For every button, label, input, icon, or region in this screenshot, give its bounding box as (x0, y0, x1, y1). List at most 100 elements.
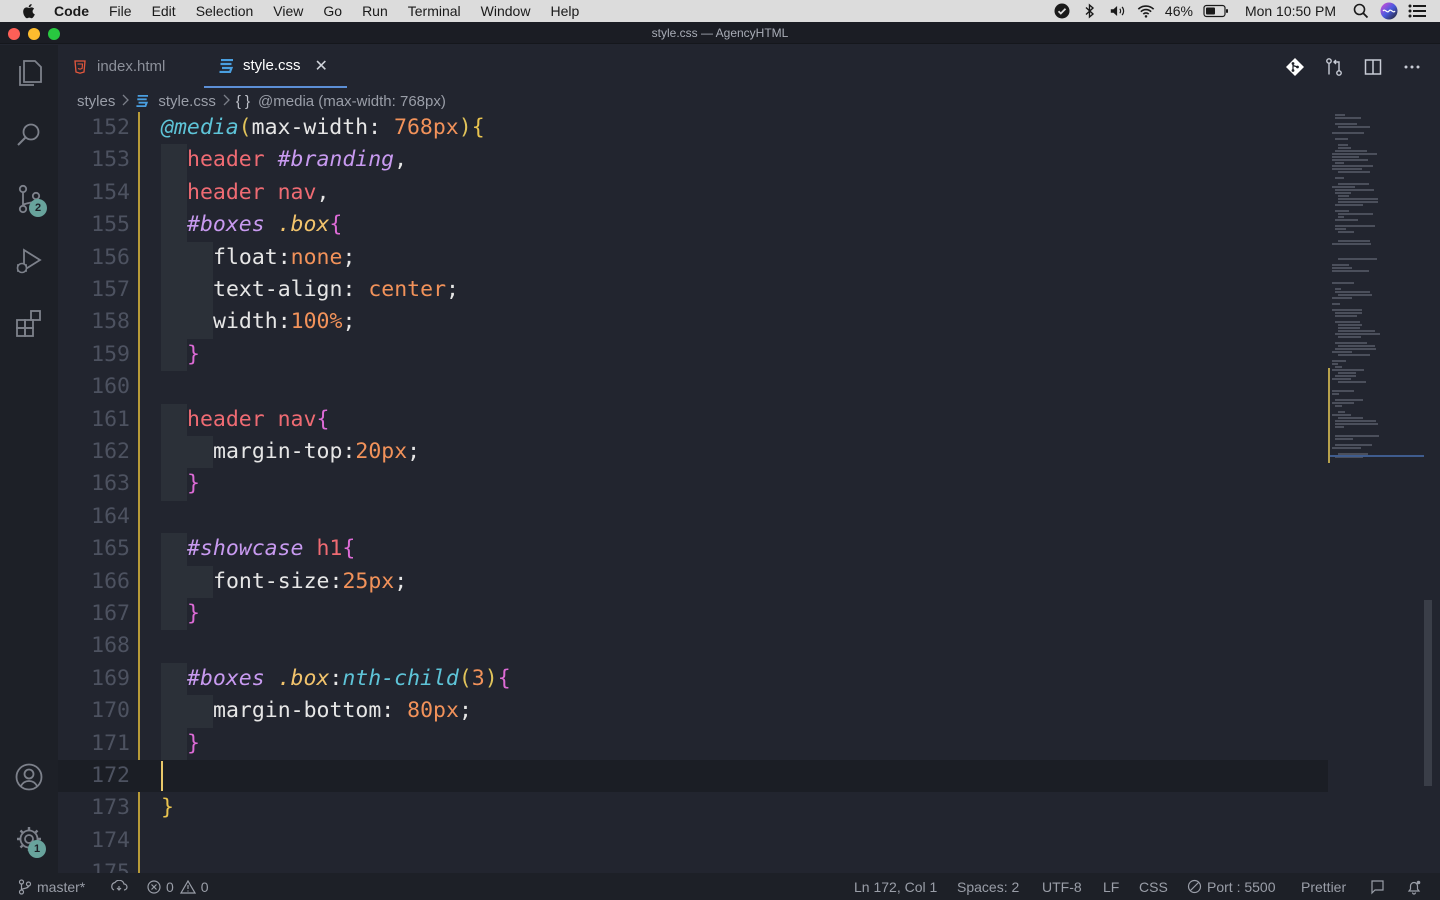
code-line[interactable]: 157 text-align: center; (58, 274, 1328, 306)
breadcrumb-file[interactable]: style.css (158, 93, 216, 110)
breadcrumb-symbol[interactable]: @media (max-width: 768px) (258, 93, 446, 110)
sync-icon[interactable] (110, 873, 133, 900)
menu-clock[interactable]: Mon 10:50 PM (1245, 3, 1336, 19)
code-line[interactable]: 155 #boxes .box{ (58, 209, 1328, 241)
chevron-right-icon (222, 93, 230, 110)
line-number: 167 (91, 601, 130, 626)
volume-icon[interactable] (1109, 3, 1127, 19)
wifi-icon[interactable] (1137, 3, 1155, 19)
code-line[interactable]: 152 @media(max-width: 768px){ (58, 112, 1328, 144)
code-token: center (368, 277, 447, 302)
menu-selection[interactable]: Selection (196, 3, 254, 19)
extensions-icon[interactable] (13, 307, 45, 339)
tab-index-html[interactable]: index.html (72, 45, 202, 88)
code-line[interactable]: 163} (58, 468, 1328, 500)
minimap-line (1335, 426, 1344, 428)
line-number: 163 (91, 471, 130, 497)
apple-icon[interactable] (21, 3, 35, 19)
more-actions-icon[interactable] (1402, 57, 1422, 77)
notifications-bell-icon[interactable] (1406, 873, 1427, 900)
file-encoding[interactable]: UTF-8 (1042, 873, 1082, 900)
code-line[interactable]: 169 #boxes .box:nth-child(3){ (58, 663, 1328, 695)
menu-file[interactable]: File (109, 3, 132, 19)
language-mode[interactable]: CSS (1139, 873, 1168, 900)
menu-edit[interactable]: Edit (152, 3, 176, 19)
code-editor[interactable]: 152 @media(max-width: 768px){153 header #b… (58, 112, 1440, 873)
menu-view[interactable]: View (273, 3, 303, 19)
settings-gear-icon[interactable]: 1 (13, 823, 46, 858)
code-line[interactable]: 173} (58, 792, 1328, 824)
minimap-line (1335, 375, 1356, 377)
menu-window[interactable]: Window (481, 3, 531, 19)
minimap[interactable] (1328, 112, 1426, 472)
menu-terminal[interactable]: Terminal (408, 3, 461, 19)
code-token: #boxes (187, 665, 278, 691)
source-control-icon[interactable]: 2 (13, 183, 47, 217)
battery-icon[interactable] (1203, 3, 1229, 19)
run-debug-icon[interactable] (13, 245, 45, 277)
indentation[interactable]: Spaces: 2 (957, 873, 1019, 900)
code-line[interactable]: 171} (58, 728, 1328, 760)
prettier-formatter[interactable]: Prettier (1301, 873, 1346, 900)
explorer-files-icon[interactable] (13, 57, 45, 89)
spotlight-search-icon[interactable] (1352, 3, 1370, 19)
menu-app-name[interactable]: Code (54, 3, 89, 19)
code-token: #showcase (187, 536, 317, 562)
open-changes-icon[interactable] (1324, 57, 1344, 77)
breadcrumb-folder[interactable]: styles (77, 93, 115, 110)
minimap-line (1335, 348, 1376, 350)
code-line[interactable]: 168 (58, 630, 1328, 662)
code-line[interactable]: 162 margin-top:20px; (58, 436, 1328, 468)
warning-count: 0 (200, 878, 209, 895)
minimap-line (1338, 354, 1370, 356)
code-line[interactable]: 161 header nav{ (58, 404, 1328, 436)
vertical-scrollbar[interactable] (1424, 600, 1432, 786)
split-editor-icon[interactable] (1363, 57, 1383, 77)
cursor-position[interactable]: Ln 172, Col 1 (854, 873, 937, 900)
control-center-list-icon[interactable] (1408, 3, 1426, 19)
feedback-icon[interactable] (1370, 873, 1391, 900)
minimap-line (1338, 324, 1362, 326)
siri-icon[interactable] (1380, 2, 1398, 20)
tab-style-css[interactable]: style.css ✕ (204, 45, 347, 88)
text-cursor (161, 761, 163, 791)
port-label: Port : 5500 (1207, 878, 1276, 895)
code-line[interactable]: 174 (58, 825, 1328, 857)
line-number: 168 (91, 633, 130, 659)
git-lens-icon[interactable] (1285, 57, 1305, 77)
code-line[interactable]: 166 font-size:25px; (58, 566, 1328, 598)
bluetooth-icon[interactable] (1081, 3, 1099, 19)
code-line[interactable]: 175 (58, 857, 1328, 873)
line-ending[interactable]: LF (1103, 873, 1119, 900)
code-line[interactable]: 164 (58, 501, 1328, 533)
branch-indicator[interactable]: master* (18, 873, 85, 900)
menu-go[interactable]: Go (323, 3, 342, 19)
code-token: .box (277, 665, 330, 691)
menu-run[interactable]: Run (362, 3, 388, 19)
problems-indicator[interactable]: 0 0 (147, 873, 209, 900)
live-server-port[interactable]: Port : 5500 (1187, 873, 1276, 900)
checkmark-circle-icon[interactable] (1053, 3, 1071, 19)
minimap-line (1332, 156, 1359, 158)
close-tab-icon[interactable]: ✕ (315, 56, 328, 76)
code-line[interactable]: 165 #showcase h1{ (58, 533, 1328, 565)
code-line[interactable]: 160 (58, 371, 1328, 403)
code-line[interactable]: 170 margin-bottom: 80px; (58, 695, 1328, 727)
code-line[interactable]: 153 header #branding, (58, 144, 1328, 176)
accounts-icon[interactable] (13, 761, 45, 793)
code-line[interactable]: 154 header nav, (58, 177, 1328, 209)
code-line[interactable]: 156 float:none; (58, 242, 1328, 274)
code-line[interactable]: 159} (58, 339, 1328, 371)
code-line[interactable]: 167} (58, 598, 1328, 630)
code-text: font-size:25px; (213, 566, 407, 598)
code-token: float: (213, 244, 291, 270)
blocked-circle-icon (1187, 879, 1202, 894)
minimap-line (1338, 381, 1366, 383)
code-line[interactable]: 172 (58, 760, 1328, 793)
code-line[interactable]: 158 width:100%; (58, 306, 1328, 338)
menu-help[interactable]: Help (550, 3, 579, 19)
search-icon[interactable] (13, 119, 45, 151)
battery-percentage: 46% (1164, 3, 1193, 19)
code-text: } (187, 468, 200, 500)
breadcrumb: styles style.css { } @media (max-width: … (77, 90, 446, 112)
